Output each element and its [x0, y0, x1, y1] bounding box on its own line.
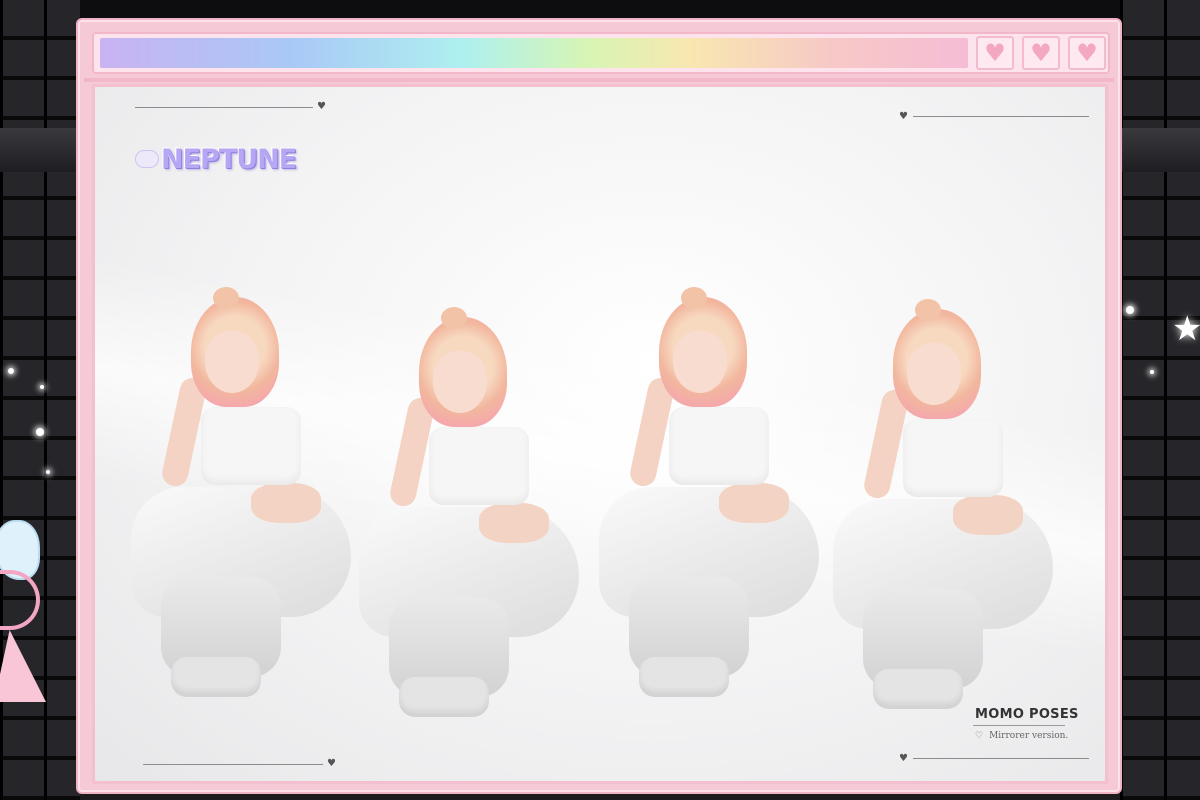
logo-text: NEPTUNE	[161, 143, 297, 175]
mascot-tail	[0, 570, 40, 630]
rainbow-address-bar	[100, 38, 968, 68]
decorative-line	[913, 758, 1089, 759]
title-bar: ♥ ♥ ♥	[92, 32, 1110, 74]
background-top-bar	[0, 0, 1200, 20]
mascot-robe	[0, 630, 46, 702]
heart-icon: ♥	[899, 111, 908, 122]
heart-button-1[interactable]: ♥	[976, 36, 1014, 70]
pose-figure-4	[833, 299, 1063, 729]
sparkle	[36, 428, 44, 436]
heart-icon: ♥	[1076, 39, 1098, 67]
heart-icon: ♥	[327, 758, 336, 769]
sparkle	[46, 470, 50, 474]
star-icon: ★	[1172, 309, 1200, 349]
neptune-logo: NEPTUNE	[135, 139, 297, 179]
background-ledge-left	[0, 128, 80, 172]
background-grid-right	[1120, 0, 1200, 800]
heart-icon: ♥	[317, 101, 326, 112]
sparkle	[40, 385, 44, 389]
caption-subtitle: ♡ Mirrorer version.	[975, 731, 1068, 741]
decorative-line	[143, 764, 323, 765]
caption-subtitle-text: Mirrorer version.	[989, 731, 1069, 741]
decorative-line	[913, 116, 1089, 117]
mascot-decoration	[0, 520, 54, 702]
heart-icon: ♥	[899, 753, 908, 764]
caption-title: MOMO POSES	[975, 707, 1079, 722]
sparkle	[1126, 306, 1134, 314]
heart-icon: ♥	[1030, 39, 1052, 67]
heart-button-2[interactable]: ♥	[1022, 36, 1060, 70]
pose-figure-2	[359, 307, 589, 737]
sparkle	[8, 368, 14, 374]
background-ledge-right	[1120, 128, 1200, 172]
cloud-icon	[135, 150, 159, 168]
content-panel: ♥ ♥ ♥ ♥ NEPTUNE MOMO POSES ♡ Mirrorer ve…	[92, 84, 1108, 784]
heart-icon: ♥	[984, 39, 1006, 67]
heart-button-3[interactable]: ♥	[1068, 36, 1106, 70]
pose-window: ♥ ♥ ♥ ♥ ♥ ♥ ♥ NEPTUNE MOMO POSES ♡ Mirro…	[76, 18, 1122, 794]
caption-divider	[973, 725, 1065, 726]
heart-outline-icon: ♡	[975, 731, 984, 741]
sparkle	[1150, 370, 1154, 374]
decorative-line	[135, 107, 313, 108]
window-divider	[84, 78, 1114, 82]
pose-figure-3	[599, 287, 829, 717]
pose-figure-1	[131, 287, 361, 717]
